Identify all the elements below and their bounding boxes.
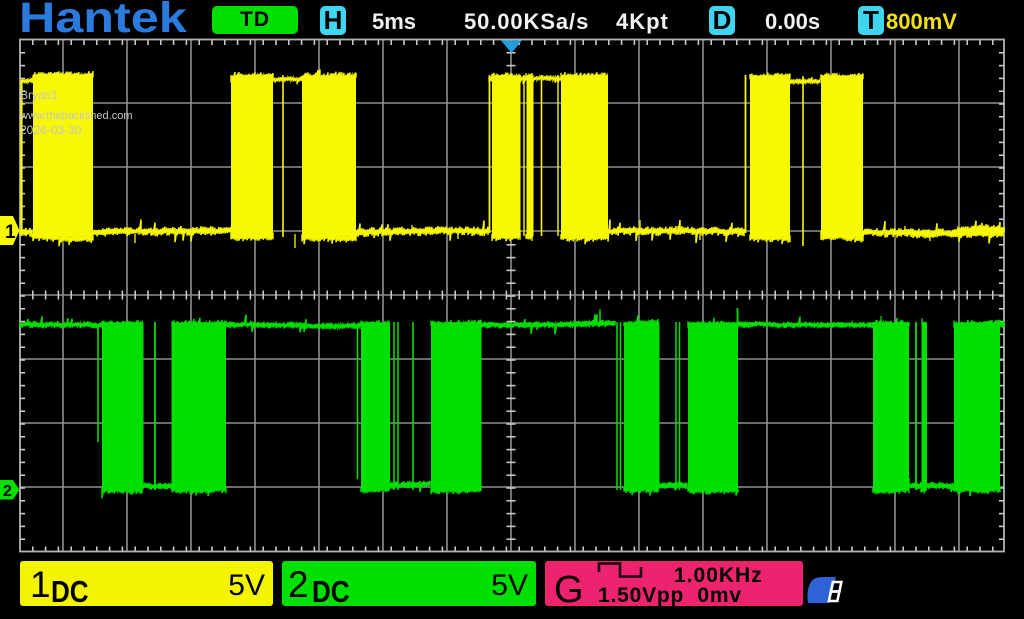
svg-text:2: 2 — [3, 483, 12, 500]
svg-text:1: 1 — [5, 222, 16, 243]
